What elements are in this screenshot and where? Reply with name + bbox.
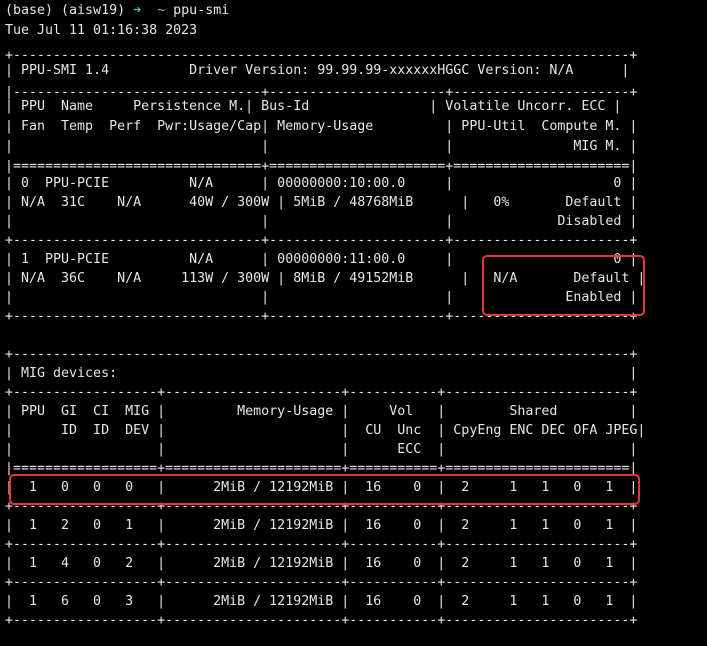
- output-line: +---------------------------------------…: [5, 347, 638, 362]
- terminal-window[interactable]: (base) (aisw19) ➜ ~ ppu-smi Tue Jul 11 0…: [5, 0, 705, 646]
- output-line: | | | ECC | |: [5, 442, 638, 457]
- output-line: +------------------+--------------------…: [5, 499, 638, 514]
- output-line: | MIG devices: |: [5, 366, 638, 381]
- prompt-cwd: ~: [157, 3, 166, 18]
- timestamp-line: Tue Jul 11 01:16:38 2023: [5, 23, 198, 38]
- output-line: | PPU-SMI 1.4 Driver Version: 99.99.99-x…: [5, 63, 630, 78]
- output-line: | ID ID DEV | | CU Unc | CpyEng ENC DEC …: [5, 423, 646, 438]
- prompt-arrow-icon: ➜: [133, 3, 142, 18]
- output-line: | 0 PPU-PCIE N/A | 00000000:10:00.0 | 0 …: [5, 176, 638, 191]
- output-line: +-------------------------------+-------…: [5, 233, 638, 248]
- output-line: | PPU Name Persistence M.| Bus-Id | Vola…: [5, 99, 622, 114]
- output-line: +------------------+--------------------…: [5, 385, 638, 400]
- output-line: | N/A 36C N/A 113W / 300W | 8MiB / 49152…: [5, 271, 646, 286]
- output-line: | | | MIG M. |: [5, 139, 638, 154]
- output-line: | | | Enabled |: [5, 290, 638, 305]
- output-line: |==================+====================…: [5, 461, 638, 476]
- output-line: | PPU GI CI MIG | Memory-Usage | Vol | S…: [5, 404, 638, 419]
- output-line: +------------------+--------------------…: [5, 575, 638, 590]
- output-line: +------------------+--------------------…: [5, 613, 638, 628]
- output-line: | N/A 31C N/A 40W / 300W | 5MiB / 48768M…: [5, 195, 638, 210]
- output-line: | Fan Temp Perf Pwr:Usage/Cap| Memory-Us…: [5, 119, 638, 134]
- output-line: +-------------------------------+-------…: [5, 309, 638, 324]
- prompt-command: ppu-smi: [173, 3, 230, 18]
- output-line: | 1 0 0 0 | 2MiB / 12192MiB | 16 0 | 2 1…: [5, 480, 638, 495]
- shell-prompt-line: (base) (aisw19) ➜ ~ ppu-smi: [5, 1, 229, 21]
- output-line: | 1 4 0 2 | 2MiB / 12192MiB | 16 0 | 2 1…: [5, 556, 638, 571]
- output-line: +------------------+--------------------…: [5, 537, 638, 552]
- prompt-env: (base) (aisw19): [5, 3, 126, 18]
- output-line: | 1 6 0 3 | 2MiB / 12192MiB | 16 0 | 2 1…: [5, 594, 638, 609]
- output-line: | | | Disabled |: [5, 214, 638, 229]
- output-line: | 1 PPU-PCIE N/A | 00000000:11:00.0 | 0 …: [5, 252, 638, 267]
- output-line: | 1 2 0 1 | 2MiB / 12192MiB | 16 0 | 2 1…: [5, 518, 638, 533]
